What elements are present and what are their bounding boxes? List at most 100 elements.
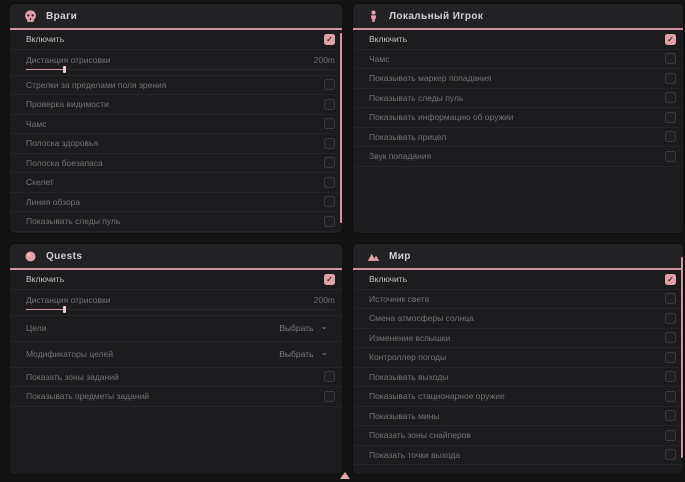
panel-quests: Quests Включить✓Дистанция отрисовки200mЦ… bbox=[10, 244, 342, 474]
panel-enemies: Враги Включить✓Дистанция отрисовки200mСт… bbox=[10, 4, 342, 233]
panel-quests-header: Quests bbox=[10, 244, 342, 270]
checkbox-unchecked[interactable] bbox=[665, 112, 676, 123]
checkbox-unchecked[interactable] bbox=[324, 196, 335, 207]
setting-row-toggle[interactable]: Показывать мины bbox=[353, 407, 683, 427]
setting-row-toggle[interactable]: Включить ✓ bbox=[10, 270, 342, 290]
setting-row-toggle[interactable]: Показывать стационарное оружие bbox=[353, 387, 683, 407]
setting-row-toggle[interactable]: Полоска боезапаса bbox=[10, 154, 342, 174]
dropdown-value: Выбрать bbox=[279, 349, 313, 359]
dropdown[interactable]: Выбрать⌄ bbox=[279, 349, 328, 359]
slider-value: 200m bbox=[314, 55, 335, 65]
panel-title: Мир bbox=[389, 251, 411, 262]
setting-row-toggle[interactable]: Источник света bbox=[353, 290, 683, 310]
setting-row-slider[interactable]: Дистанция отрисовки200m bbox=[10, 50, 342, 76]
checkbox-unchecked[interactable] bbox=[324, 391, 335, 402]
checkbox-unchecked[interactable] bbox=[665, 293, 676, 304]
checkbox-checked[interactable]: ✓ bbox=[324, 34, 335, 45]
checkbox-unchecked[interactable] bbox=[665, 352, 676, 363]
setting-label: Включить bbox=[26, 274, 64, 284]
checkbox-unchecked[interactable] bbox=[665, 430, 676, 441]
checkbox-unchecked[interactable] bbox=[324, 118, 335, 129]
checkbox-unchecked[interactable] bbox=[665, 371, 676, 382]
setting-row-toggle[interactable]: Показывать следы пуль bbox=[353, 89, 683, 109]
slider-handle[interactable] bbox=[63, 66, 66, 73]
setting-row-toggle[interactable]: Включить ✓ bbox=[353, 30, 683, 50]
quest-circle-icon bbox=[24, 250, 37, 263]
setting-row-toggle[interactable]: Звук попадания bbox=[353, 147, 683, 167]
setting-row-toggle[interactable]: Показать точки выхода bbox=[353, 446, 683, 466]
setting-label: Включить bbox=[26, 34, 64, 44]
slider-fill bbox=[26, 69, 63, 71]
checkbox-unchecked[interactable] bbox=[665, 410, 676, 421]
setting-label: Проверка видимости bbox=[26, 99, 109, 109]
setting-label: Стрелки за пределами поля зрения bbox=[26, 80, 166, 90]
checkbox-unchecked[interactable] bbox=[665, 73, 676, 84]
setting-row-toggle[interactable]: Чамс bbox=[10, 115, 342, 135]
panel-enemies-rows: Включить ✓ Дистанция отрисовки200m Стрелки … bbox=[10, 30, 342, 233]
checkbox-checked[interactable]: ✓ bbox=[665, 34, 676, 45]
setting-label: Скелет bbox=[26, 177, 54, 187]
setting-row-toggle[interactable]: Показать зоны снайперов bbox=[353, 426, 683, 446]
panel-quests-rows: Включить✓Дистанция отрисовки200mЦелиВыбр… bbox=[10, 270, 342, 474]
checkbox-unchecked[interactable] bbox=[665, 332, 676, 343]
setting-label: Дистанция отрисовки bbox=[26, 295, 111, 305]
setting-row-toggle[interactable]: Показывать предметы заданий bbox=[10, 387, 342, 407]
checkbox-unchecked[interactable] bbox=[324, 79, 335, 90]
setting-row-toggle[interactable]: Скелет bbox=[10, 173, 342, 193]
checkbox-checked[interactable]: ✓ bbox=[665, 274, 676, 285]
setting-row-toggle[interactable]: Показать зоны заданий bbox=[10, 368, 342, 388]
checkbox-unchecked[interactable] bbox=[324, 99, 335, 110]
setting-row-dropdown[interactable]: Модификаторы целейВыбрать⌄ bbox=[10, 342, 342, 368]
setting-row-toggle[interactable]: Проверка видимости bbox=[10, 95, 342, 115]
checkbox-unchecked[interactable] bbox=[665, 151, 676, 162]
dropdown-value: Выбрать bbox=[279, 323, 313, 333]
slider[interactable] bbox=[26, 67, 335, 72]
checkbox-unchecked[interactable] bbox=[665, 53, 676, 64]
slider[interactable] bbox=[26, 307, 335, 312]
setting-label: Включить bbox=[369, 34, 407, 44]
setting-label: Линия обзора bbox=[26, 197, 80, 207]
setting-row-dropdown[interactable]: ЦелиВыбрать⌄ bbox=[10, 316, 342, 342]
setting-row-toggle[interactable]: Показывать прицел bbox=[353, 128, 683, 148]
setting-label: Источник света bbox=[369, 294, 429, 304]
setting-row-slider[interactable]: Дистанция отрисовки200m bbox=[10, 290, 342, 316]
checkbox-unchecked[interactable] bbox=[324, 138, 335, 149]
checkbox-checked[interactable]: ✓ bbox=[324, 274, 335, 285]
checkbox-unchecked[interactable] bbox=[324, 371, 335, 382]
panel-title: Quests bbox=[46, 251, 82, 262]
checkbox-unchecked[interactable] bbox=[665, 131, 676, 142]
setting-row-toggle[interactable]: Показывать следы пуль bbox=[10, 212, 342, 232]
setting-label: Чамс bbox=[369, 54, 390, 64]
checkbox-unchecked[interactable] bbox=[324, 157, 335, 168]
setting-row-toggle[interactable]: Чамс bbox=[353, 50, 683, 70]
setting-row-toggle[interactable]: Показывать маркер попадания bbox=[353, 69, 683, 89]
setting-label: Показывать мины bbox=[369, 411, 439, 421]
setting-label: Показывать маркер попадания bbox=[369, 73, 491, 83]
setting-row-toggle[interactable]: Контроллер погоды bbox=[353, 348, 683, 368]
setting-row-toggle[interactable]: Показывать выходы bbox=[353, 368, 683, 388]
checkbox-unchecked[interactable] bbox=[324, 216, 335, 227]
checkbox-unchecked[interactable] bbox=[665, 313, 676, 324]
panel-local-player-header: Локальный Игрок bbox=[353, 4, 683, 30]
setting-row-toggle[interactable]: Показывать информацию об оружии bbox=[353, 108, 683, 128]
scrollbar[interactable] bbox=[681, 257, 683, 458]
setting-label: Включить bbox=[369, 274, 407, 284]
setting-row-toggle[interactable]: Включить ✓ bbox=[10, 30, 342, 50]
setting-label: Звук попадания bbox=[369, 151, 431, 161]
slider-handle[interactable] bbox=[63, 306, 66, 313]
setting-row-toggle[interactable]: Линия обзора bbox=[10, 193, 342, 213]
setting-row-toggle[interactable]: Стрелки за пределами поля зрения bbox=[10, 76, 342, 96]
checkbox-unchecked[interactable] bbox=[665, 391, 676, 402]
scrollbar[interactable] bbox=[340, 33, 342, 223]
setting-row-toggle[interactable]: Полоска здоровья bbox=[10, 134, 342, 154]
checkbox-unchecked[interactable] bbox=[324, 177, 335, 188]
checkbox-unchecked[interactable] bbox=[665, 92, 676, 103]
setting-row-toggle[interactable]: Изменение вспышки bbox=[353, 329, 683, 349]
checkbox-unchecked[interactable] bbox=[665, 449, 676, 460]
slider-track bbox=[26, 69, 335, 71]
setting-row-toggle[interactable]: Смена атмосферы солнца bbox=[353, 309, 683, 329]
dropdown[interactable]: Выбрать ⌄ bbox=[279, 323, 328, 333]
chevron-down-icon: ⌄ bbox=[320, 323, 328, 329]
setting-row-toggle[interactable]: Включить ✓ bbox=[353, 270, 683, 290]
setting-label: Показывать выходы bbox=[369, 372, 448, 382]
